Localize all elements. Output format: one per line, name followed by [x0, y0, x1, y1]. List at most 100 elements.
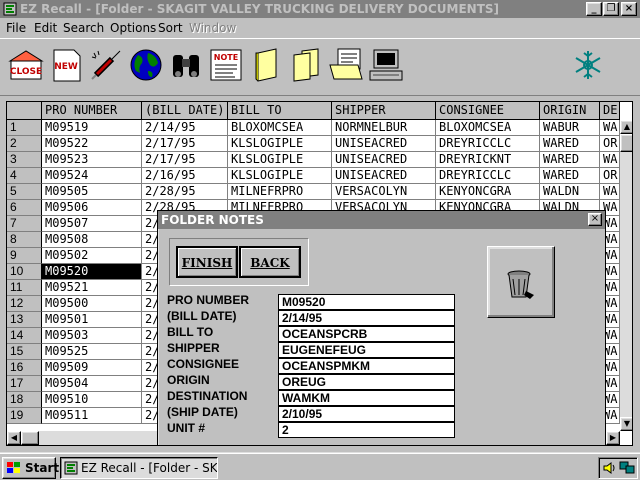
- close-icon[interactable]: CLOSE: [8, 47, 44, 83]
- cell-row-number[interactable]: 8: [7, 232, 42, 248]
- new-document-icon[interactable]: NEW: [48, 47, 84, 83]
- close-window-button[interactable]: ×: [621, 2, 637, 16]
- column-header-shipper[interactable]: SHIPPER: [332, 102, 436, 120]
- cell-shipper[interactable]: UNISEACRED: [332, 136, 436, 152]
- cell-row-number[interactable]: 13: [7, 312, 42, 328]
- cell-pro-number[interactable]: M09525: [42, 344, 142, 360]
- cell-pro-number[interactable]: M09510: [42, 392, 142, 408]
- cell-row-number[interactable]: 12: [7, 296, 42, 312]
- back-button[interactable]: BACK: [239, 246, 301, 278]
- finish-button[interactable]: FINISH: [176, 246, 238, 278]
- cell-origin[interactable]: WALDN: [540, 184, 600, 200]
- cell-bill-date[interactable]: 2/16/95: [142, 168, 228, 184]
- computer-icon[interactable]: [368, 47, 404, 83]
- scroll-up-arrow[interactable]: ▲: [620, 120, 632, 134]
- cell-row-number[interactable]: 7: [7, 216, 42, 232]
- field-value[interactable]: M09520: [278, 294, 455, 310]
- cell-pro-number[interactable]: M09503: [42, 328, 142, 344]
- cell-shipper[interactable]: UNISEACRED: [332, 152, 436, 168]
- snowflake-icon[interactable]: [570, 47, 606, 83]
- folder-icon[interactable]: [248, 47, 284, 83]
- field-value[interactable]: 2/10/95: [278, 406, 455, 422]
- cell-pro-number[interactable]: M09506: [42, 200, 142, 216]
- cell-pro-number[interactable]: M09521: [42, 280, 142, 296]
- app-icon[interactable]: [3, 2, 17, 16]
- cell-row-number[interactable]: 17: [7, 376, 42, 392]
- vertical-scrollbar[interactable]: ▲ ▼: [620, 120, 632, 431]
- column-header-destination[interactable]: DE: [600, 102, 620, 120]
- column-header-origin[interactable]: ORIGIN: [540, 102, 600, 120]
- binoculars-icon[interactable]: [168, 47, 204, 83]
- menu-sort[interactable]: Sort: [158, 21, 183, 35]
- column-header-pro-number[interactable]: PRO NUMBER: [42, 102, 142, 120]
- cell-bill-to[interactable]: KLSLOGIPLE: [228, 168, 332, 184]
- scroll-left-arrow[interactable]: ◀: [7, 431, 21, 445]
- scroll-down-arrow[interactable]: ▼: [620, 417, 632, 431]
- cell-row-number[interactable]: 6: [7, 200, 42, 216]
- cell-pro-number[interactable]: M09502: [42, 248, 142, 264]
- cell-destination[interactable]: WA: [600, 152, 620, 168]
- volume-icon[interactable]: [602, 461, 616, 475]
- cell-row-number[interactable]: 9: [7, 248, 42, 264]
- minimize-button[interactable]: _: [586, 2, 602, 16]
- cell-row-number[interactable]: 4: [7, 168, 42, 184]
- column-header-bill-to[interactable]: BILL TO: [228, 102, 332, 120]
- cell-origin[interactable]: WARED: [540, 152, 600, 168]
- file-cabinet-icon[interactable]: [328, 47, 364, 83]
- cell-bill-to[interactable]: MILNEFRPRO: [228, 184, 332, 200]
- cell-origin[interactable]: WARED: [540, 136, 600, 152]
- cell-bill-to[interactable]: BLOXOMCSEA: [228, 120, 332, 136]
- vertical-scroll-thumb[interactable]: [620, 134, 632, 152]
- cell-bill-to[interactable]: KLSLOGIPLE: [228, 136, 332, 152]
- folders-icon[interactable]: [288, 47, 324, 83]
- cell-destination[interactable]: WA: [600, 120, 620, 136]
- cell-bill-date[interactable]: 2/28/95: [142, 184, 228, 200]
- cell-row-number[interactable]: 11: [7, 280, 42, 296]
- field-value[interactable]: OCEANSPCRB: [278, 326, 455, 342]
- cell-row-number[interactable]: 14: [7, 328, 42, 344]
- cell-destination[interactable]: OR: [600, 136, 620, 152]
- horizontal-scroll-thumb[interactable]: [21, 431, 39, 445]
- cell-bill-date[interactable]: 2/17/95: [142, 136, 228, 152]
- cell-pro-number[interactable]: M09508: [42, 232, 142, 248]
- field-value[interactable]: OREUG: [278, 374, 455, 390]
- cell-consignee[interactable]: DREYRICKNT: [436, 152, 540, 168]
- cell-pro-number[interactable]: M09520: [42, 264, 142, 280]
- cell-row-number[interactable]: 1: [7, 120, 42, 136]
- cell-row-number[interactable]: 15: [7, 344, 42, 360]
- cell-pro-number[interactable]: M09500: [42, 296, 142, 312]
- cell-consignee[interactable]: DREYRICCLC: [436, 168, 540, 184]
- cell-pro-number[interactable]: M09507: [42, 216, 142, 232]
- note-icon[interactable]: NOTE: [208, 47, 244, 83]
- network-icon[interactable]: [619, 461, 635, 475]
- menu-edit[interactable]: Edit: [34, 21, 57, 35]
- start-button[interactable]: Start: [2, 457, 59, 479]
- column-header-consignee[interactable]: CONSIGNEE: [436, 102, 540, 120]
- scroll-right-arrow[interactable]: ▶: [606, 431, 620, 445]
- cell-row-number[interactable]: 2: [7, 136, 42, 152]
- cell-consignee[interactable]: KENYONCGRA: [436, 184, 540, 200]
- cell-shipper[interactable]: UNISEACRED: [332, 168, 436, 184]
- cell-shipper[interactable]: VERSACOLYN: [332, 184, 436, 200]
- cell-origin[interactable]: WARED: [540, 168, 600, 184]
- cell-pro-number[interactable]: M09505: [42, 184, 142, 200]
- cell-origin[interactable]: WABUR: [540, 120, 600, 136]
- folder-notes-close-button[interactable]: ×: [588, 213, 602, 226]
- cell-row-number[interactable]: 18: [7, 392, 42, 408]
- cell-pro-number[interactable]: M09519: [42, 120, 142, 136]
- field-value[interactable]: EUGENEFEUG: [278, 342, 455, 358]
- cell-row-number[interactable]: 10: [7, 264, 42, 280]
- cell-shipper[interactable]: NORMNELBUR: [332, 120, 436, 136]
- globe-icon[interactable]: [128, 47, 164, 83]
- cell-bill-to[interactable]: KLSLOGIPLE: [228, 152, 332, 168]
- cell-row-number[interactable]: 16: [7, 360, 42, 376]
- cell-consignee[interactable]: BLOXOMCSEA: [436, 120, 540, 136]
- field-value[interactable]: OCEANSPMKM: [278, 358, 455, 374]
- column-header-bill-date[interactable]: (BILL DATE): [142, 102, 228, 120]
- cell-consignee[interactable]: DREYRICCLC: [436, 136, 540, 152]
- cell-row-number[interactable]: 19: [7, 408, 42, 424]
- menu-options[interactable]: Options: [110, 21, 156, 35]
- restore-button[interactable]: ❐: [603, 2, 619, 16]
- menu-search[interactable]: Search: [63, 21, 104, 35]
- cell-pro-number[interactable]: M09523: [42, 152, 142, 168]
